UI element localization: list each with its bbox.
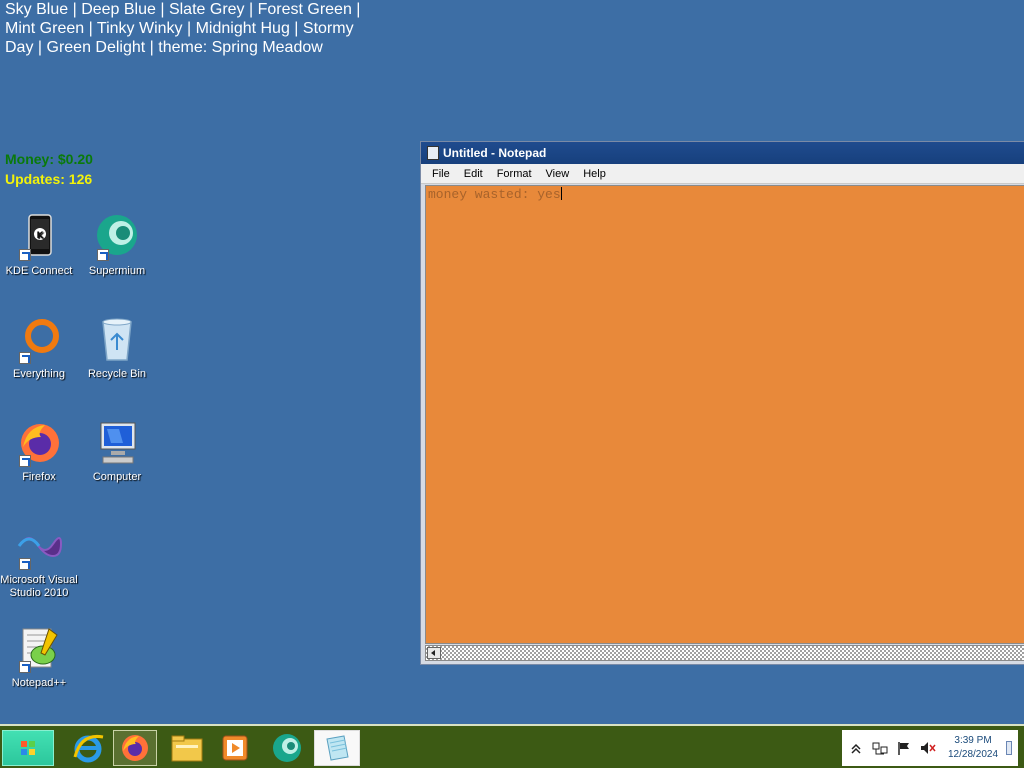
clock-date: 12/28/2024 <box>948 749 999 760</box>
system-tray: 3:39 PM 12/28/2024 <box>842 730 1018 766</box>
shortcut-arrow-icon <box>19 455 31 467</box>
updates-counter: Updates: 126 <box>5 171 93 187</box>
everything-icon <box>15 316 63 364</box>
firefox-icon <box>15 419 63 467</box>
desktop-icon-label: Computer <box>92 471 142 483</box>
clock-time: 3:39 PM <box>954 735 992 746</box>
shortcut-arrow-icon <box>97 249 109 261</box>
file-explorer-icon <box>171 735 203 762</box>
desktop-icon-everything[interactable]: Everything <box>0 316 78 381</box>
menu-format[interactable]: Format <box>490 168 539 180</box>
taskbar-supermium[interactable] <box>265 730 309 766</box>
supermium-icon <box>273 734 301 762</box>
desktop-icon-label: Notepad++ <box>11 677 67 689</box>
menu-edit[interactable]: Edit <box>457 168 490 180</box>
taskbar-firefox[interactable] <box>113 730 157 766</box>
taskbar-internet-explorer[interactable] <box>66 730 110 766</box>
desktop-icon-supermium[interactable]: Supermium <box>78 213 156 278</box>
desktop-icon-label: Recycle Bin <box>87 368 147 380</box>
desktop-icon-visual-studio[interactable]: Microsoft Visual Studio 2010 <box>0 522 78 600</box>
firefox-icon <box>122 735 148 761</box>
taskbar: 3:39 PM 12/28/2024 <box>0 724 1024 768</box>
start-button[interactable] <box>2 730 54 766</box>
shortcut-arrow-icon <box>19 558 31 570</box>
windows-logo-icon <box>21 741 35 755</box>
desktop-icon-label: Supermium <box>88 265 146 277</box>
show-hidden-icons-icon[interactable] <box>848 740 864 756</box>
visual-studio-icon <box>15 522 63 570</box>
taskbar-media-player[interactable] <box>213 730 257 766</box>
horizontal-scrollbar[interactable] <box>425 645 1024 661</box>
menu-file[interactable]: File <box>425 168 457 180</box>
taskbar-file-explorer[interactable] <box>165 730 209 766</box>
supermium-icon <box>93 213 141 261</box>
notepad-icon <box>427 146 439 160</box>
recycle-bin-icon <box>93 316 141 364</box>
taskbar-notepad[interactable] <box>314 730 360 766</box>
editor-content: money wasted: yes <box>428 187 561 202</box>
desktop-icon-firefox[interactable]: Firefox <box>0 419 78 484</box>
media-player-icon <box>222 735 248 761</box>
desktop-icon-recycle-bin[interactable]: Recycle Bin <box>78 316 156 381</box>
desktop-icon-label: Firefox <box>22 471 56 483</box>
action-center-flag-icon[interactable] <box>896 740 912 756</box>
computer-icon <box>93 419 141 467</box>
volume-muted-icon[interactable] <box>920 740 936 756</box>
notepad-titlebar[interactable]: Untitled - Notepad <box>421 142 1024 164</box>
desktop-icon-label: Microsoft Visual Studio 2010 <box>0 574 78 599</box>
notepad-plus-plus-icon <box>15 625 63 673</box>
notepad-icon <box>326 735 349 761</box>
shortcut-arrow-icon <box>19 352 31 364</box>
money-counter: Money: $0.20 <box>5 151 93 167</box>
desktop-icon-label: KDE Connect <box>5 265 73 277</box>
scroll-left-arrow-icon[interactable] <box>427 647 441 659</box>
text-caret <box>560 187 562 200</box>
desktop-icon-label: Everything <box>13 368 65 380</box>
show-desktop-icon[interactable] <box>1006 741 1012 755</box>
clock[interactable]: 3:39 PM 12/28/2024 <box>948 734 998 762</box>
theme-list-text: Sky Blue | Deep Blue | Slate Grey | Fore… <box>5 1 361 56</box>
network-icon[interactable] <box>872 740 888 756</box>
menu-view[interactable]: View <box>539 168 577 180</box>
text-editor-area[interactable]: money wasted: yes <box>425 185 1024 644</box>
shortcut-arrow-icon <box>19 249 31 261</box>
shortcut-arrow-icon <box>19 661 31 673</box>
menu-help[interactable]: Help <box>576 168 613 180</box>
kde-connect-icon: K <box>15 213 63 261</box>
internet-explorer-icon <box>73 734 104 763</box>
notepad-window[interactable]: Untitled - Notepad File Edit Format View… <box>420 141 1024 665</box>
desktop-icon-notepad-plus-plus[interactable]: Notepad++ <box>0 625 78 690</box>
desktop-icon-kde-connect[interactable]: K KDE Connect <box>0 213 78 278</box>
desktop-icon-computer[interactable]: Computer <box>78 419 156 484</box>
svg-text:K: K <box>37 231 45 241</box>
menu-bar: File Edit Format View Help <box>421 164 1024 184</box>
window-title: Untitled - Notepad <box>443 146 547 160</box>
